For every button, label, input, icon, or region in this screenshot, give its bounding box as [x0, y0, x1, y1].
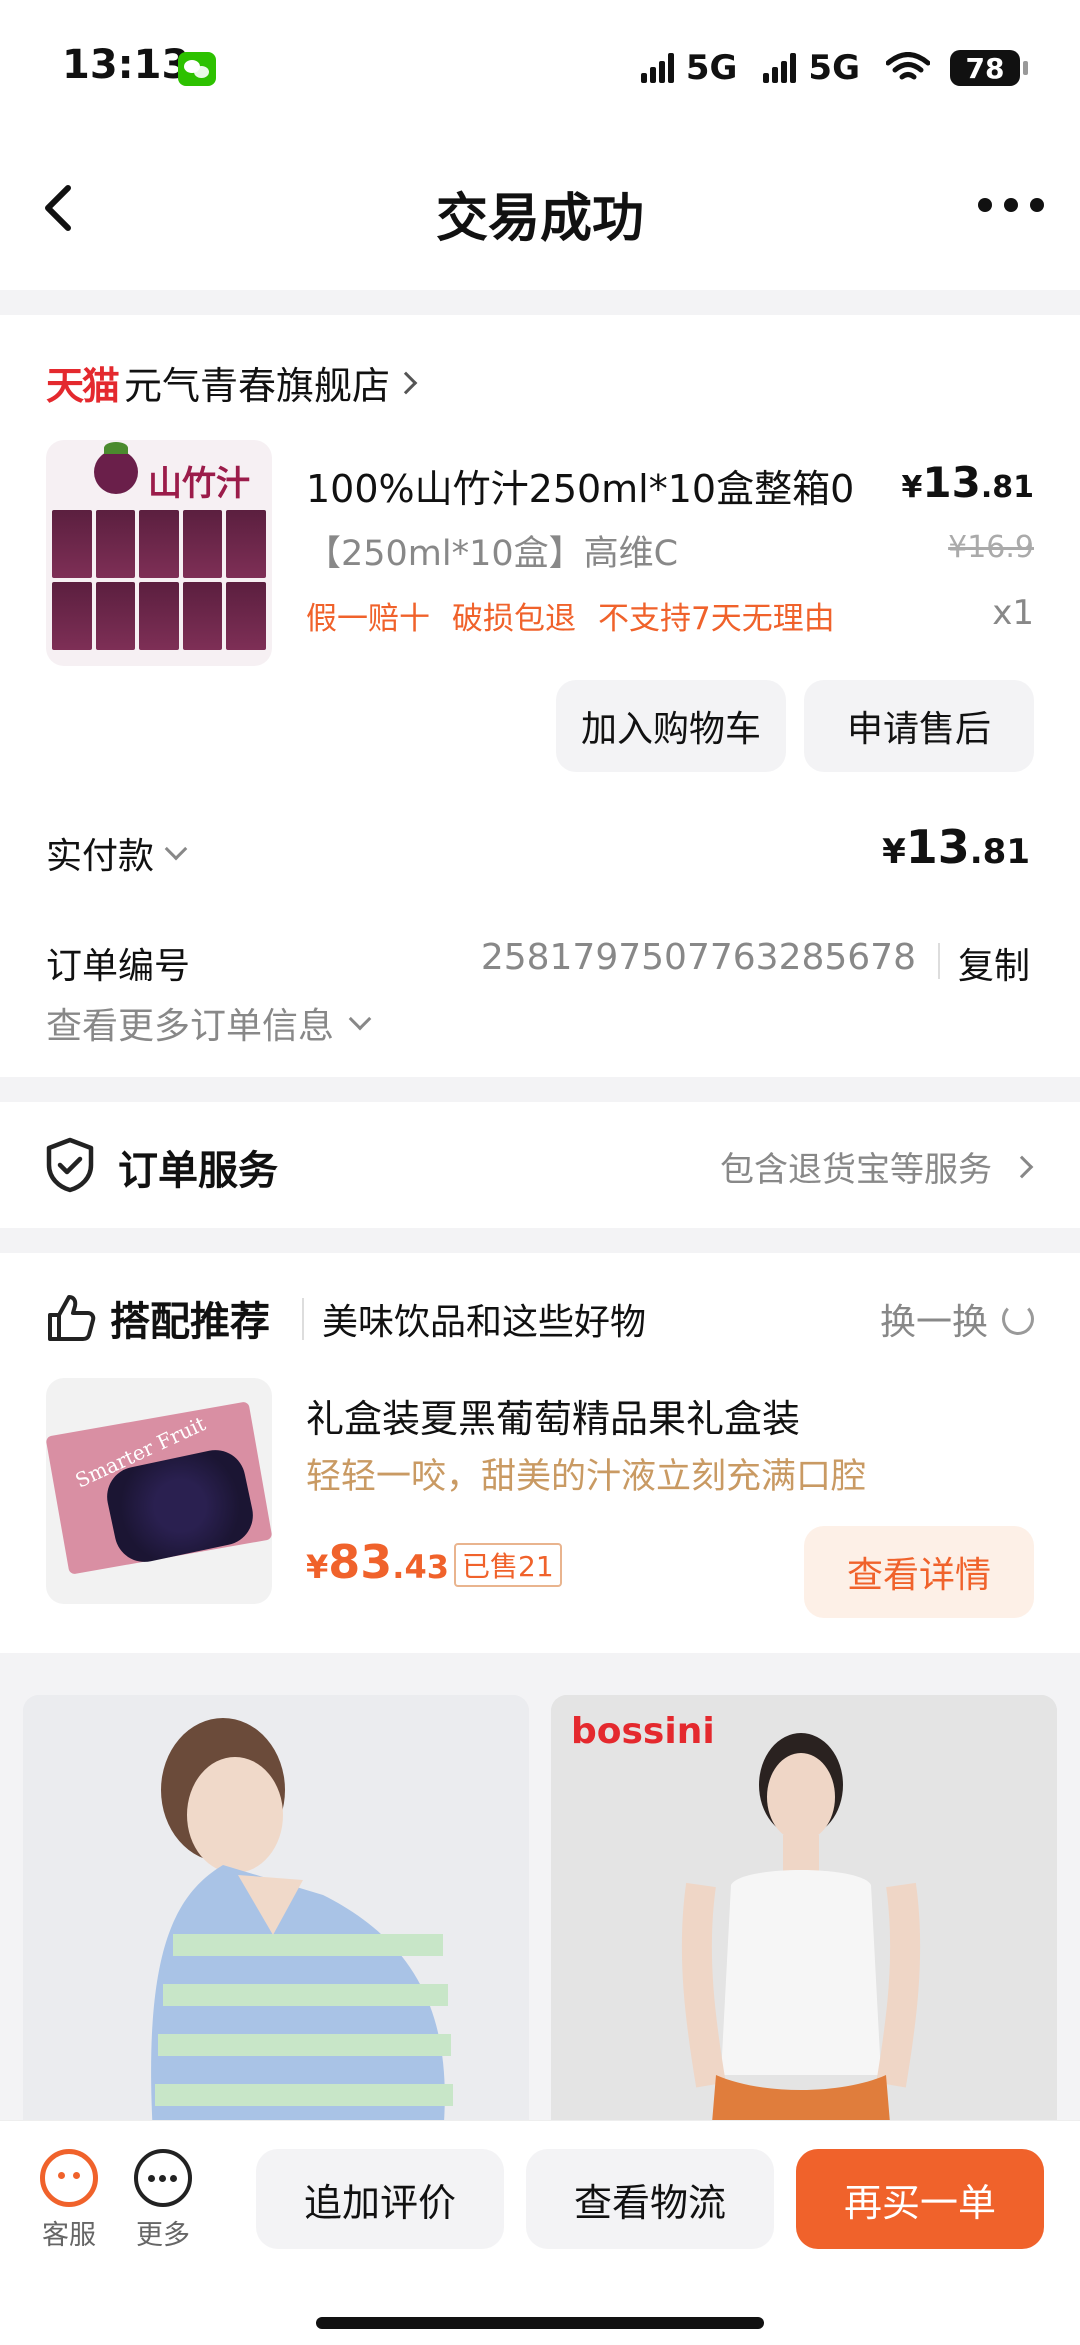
divider [302, 1298, 304, 1340]
buy-again-button[interactable]: 再买一单 [796, 2149, 1044, 2249]
order-number-label: 订单编号 [46, 946, 191, 987]
recommend-product-image[interactable]: Smarter Fruit [46, 1378, 272, 1604]
tmall-logo: 天猫 [46, 364, 120, 408]
add-to-cart-button[interactable]: 加入购物车 [556, 680, 786, 772]
thumbs-up-icon [48, 1295, 96, 1341]
store-name: 元气青春旗舰店 [124, 364, 391, 408]
refresh-icon [1002, 1303, 1034, 1335]
battery-icon: 78 [950, 50, 1028, 86]
chevron-down-icon [164, 837, 188, 861]
product-tags: 假一赔十 破损包退 不支持7天无理由 [306, 593, 835, 638]
signal-icon [640, 53, 674, 83]
page-title: 交易成功 [435, 189, 644, 249]
product-price: ¥13.81 [901, 458, 1034, 507]
mangosteen-icon [94, 442, 138, 494]
model-photo [23, 1695, 529, 2135]
recommend-product-desc: 轻轻一咬，甜美的汁液立刻充满口腔 [306, 1457, 867, 1497]
product-image[interactable]: 山竹汁 [46, 440, 272, 666]
service-title: 订单服务 [118, 1148, 278, 1194]
paid-amount-toggle[interactable]: 实付款 [46, 827, 188, 879]
network-label: 5G [685, 48, 738, 88]
product-tag: 假一赔十 [306, 601, 430, 637]
network-label: 5G [808, 48, 860, 88]
more-order-info-link[interactable]: 查看更多订单信息 [46, 997, 372, 1049]
view-logistics-button[interactable]: 查看物流 [526, 2149, 774, 2249]
more-button[interactable]: 更多 [128, 2149, 198, 2252]
model-photo [551, 1695, 1057, 2135]
feed-item[interactable] [23, 1695, 529, 2135]
recommend-price: ¥83.43 [306, 1535, 449, 1589]
order-card: 天猫 元气青春旗舰店 山竹汁 100%山竹汁250ml*10盒整箱0 【250m… [0, 315, 1080, 1077]
home-indicator[interactable] [316, 2317, 764, 2329]
chevron-right-icon [1010, 1155, 1034, 1178]
signal-icon [763, 53, 797, 83]
sold-badge: 已售21 [454, 1543, 562, 1587]
more-dots-icon[interactable] [978, 190, 1044, 220]
service-detail: 包含退货宝等服务 [720, 1142, 1034, 1191]
customer-service-button[interactable]: 客服 [34, 2149, 104, 2252]
product-spec: 【250ml*10盒】高维C [306, 534, 679, 574]
original-price: ¥16.9 [948, 530, 1034, 565]
brand-logo: bossini [571, 1711, 715, 1752]
status-time: 13:13 [62, 42, 190, 88]
copy-button[interactable]: 复制 [958, 937, 1030, 989]
customer-service-icon [40, 2149, 98, 2207]
recommend-card: 搭配推荐 美味饮品和这些好物 换一换 Smarter Fruit 礼盒装夏黑葡萄… [0, 1253, 1080, 1653]
chevron-down-icon [348, 1007, 372, 1031]
view-details-button[interactable]: 查看详情 [804, 1526, 1034, 1618]
add-review-button[interactable]: 追加评价 [256, 2149, 504, 2249]
wifi-icon [886, 52, 930, 80]
more-label: 更多 [136, 2220, 190, 2251]
recommend-subtitle: 美味饮品和这些好物 [322, 1302, 647, 1343]
product-image-text: 山竹汁 [148, 464, 250, 504]
after-sales-button[interactable]: 申请售后 [804, 680, 1034, 772]
chevron-right-icon [394, 371, 418, 394]
bottom-action-bar: 客服 更多 追加评价 查看物流 再买一单 [0, 2120, 1080, 2345]
order-number: 2581797507763285678 [480, 937, 916, 978]
paid-amount: ¥13.81 [882, 820, 1030, 874]
shield-icon [46, 1137, 94, 1193]
wechat-icon [178, 52, 216, 86]
order-service-card[interactable]: 订单服务 包含退货宝等服务 [0, 1102, 1080, 1228]
swap-button[interactable]: 换一换 [880, 1293, 1034, 1345]
store-link[interactable]: 天猫 元气青春旗舰店 [46, 355, 418, 410]
product-tag: 破损包退 [452, 601, 576, 637]
product-tag: 不支持7天无理由 [598, 601, 835, 637]
recommend-title: 搭配推荐 [110, 1299, 270, 1345]
recommend-product-title[interactable]: 礼盒装夏黑葡萄精品果礼盒装 [306, 1388, 800, 1443]
customer-service-label: 客服 [42, 2220, 96, 2251]
status-bar: 13:13 5G 5G 78 [0, 0, 1080, 140]
status-indicators: 5G 5G 78 [640, 48, 1028, 88]
more-order-info-label: 查看更多订单信息 [46, 1006, 335, 1047]
product-title[interactable]: 100%山竹汁250ml*10盒整箱0 [306, 458, 854, 513]
nav-bar: 交易成功 [0, 140, 1080, 290]
divider [938, 943, 940, 979]
product-quantity: x1 [992, 593, 1034, 633]
juice-boxes-graphic [52, 510, 266, 650]
feed-item[interactable]: bossini [551, 1695, 1057, 2135]
more-circle-icon [134, 2149, 192, 2207]
paid-label: 实付款 [46, 836, 155, 877]
